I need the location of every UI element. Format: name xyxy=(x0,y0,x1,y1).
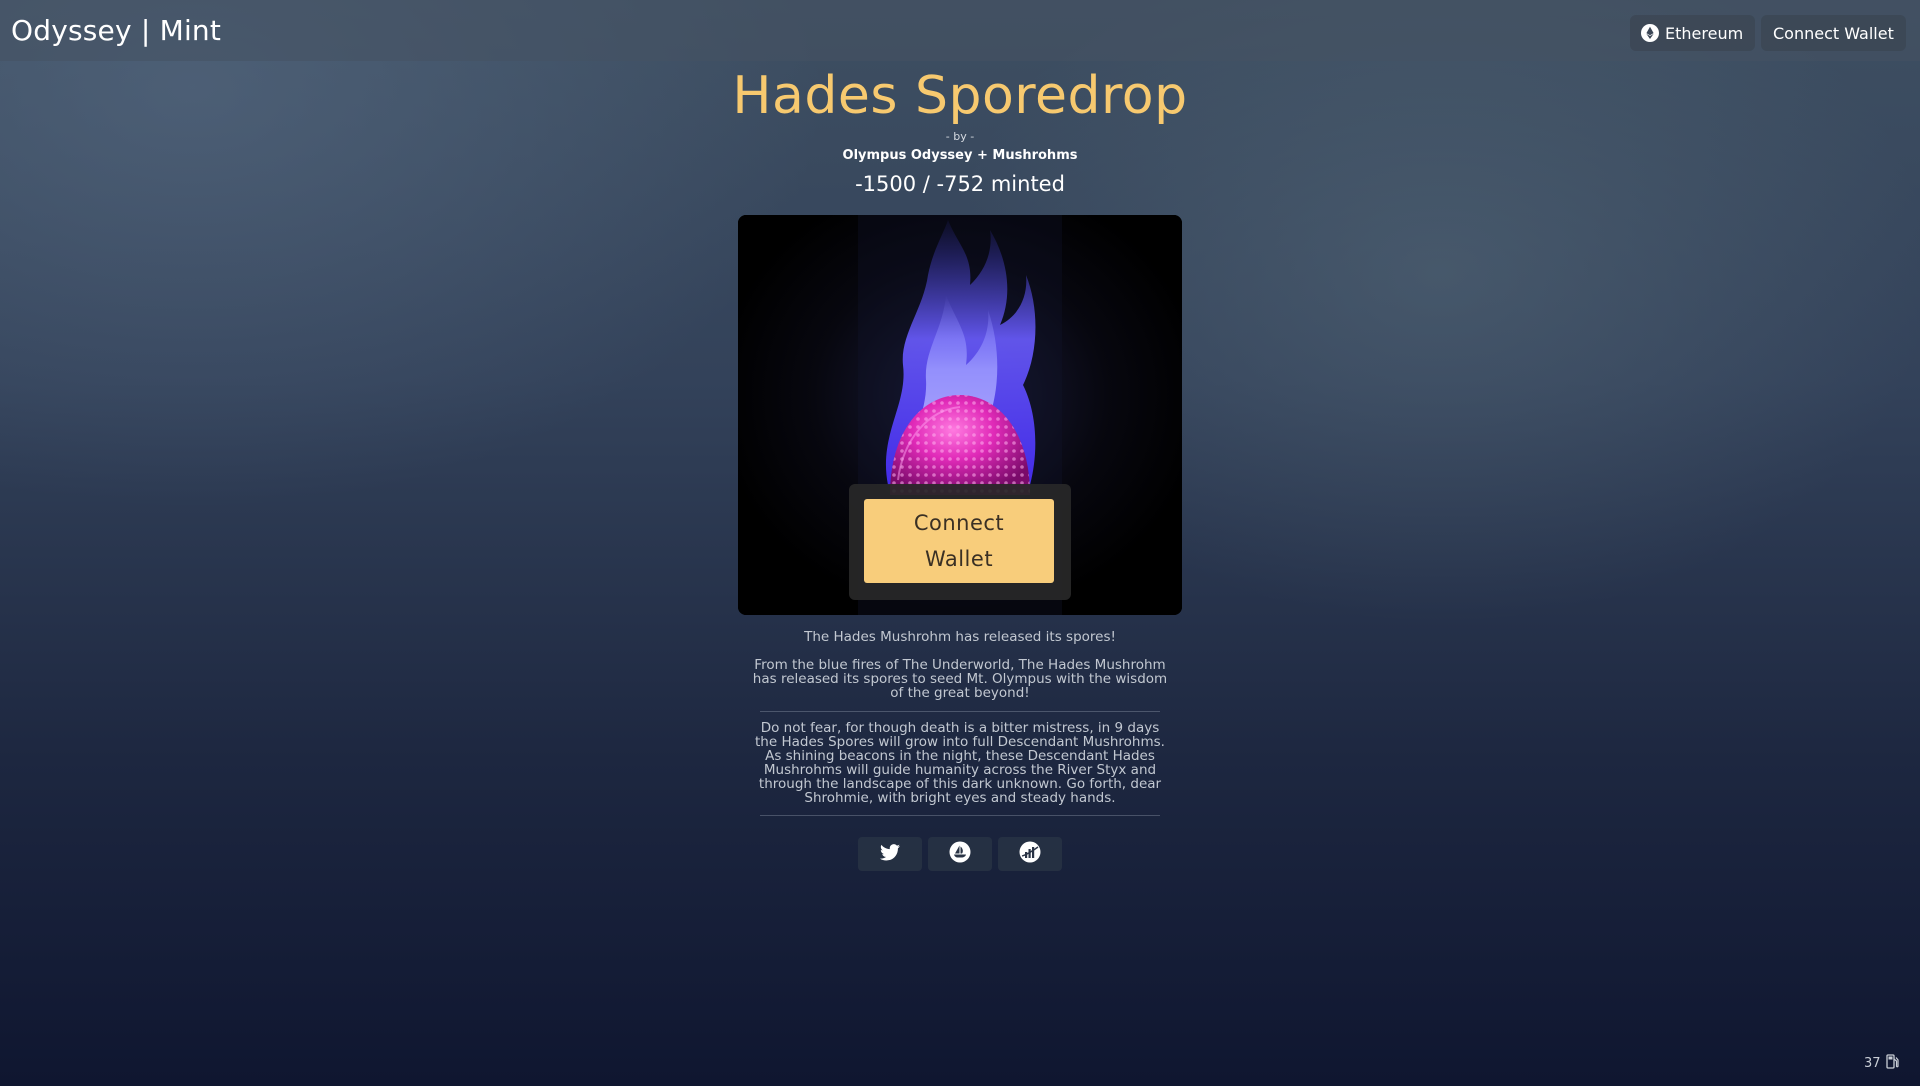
block-number-indicator: 37 xyxy=(1864,1054,1899,1073)
connect-wallet-label-line2: Wallet xyxy=(924,547,994,571)
twitter-link-button[interactable] xyxy=(858,837,922,871)
network-label: Ethereum xyxy=(1665,23,1744,43)
opensea-link-button[interactable] xyxy=(928,837,992,871)
opensea-icon xyxy=(949,841,971,867)
description-intro: The Hades Mushrohm has released its spor… xyxy=(804,629,1116,645)
brand-title[interactable]: Odyssey | Mint xyxy=(11,14,221,47)
connect-wallet-panel: Connect Wallet xyxy=(849,484,1071,600)
minted-count: -1500 / -752 minted xyxy=(855,172,1065,196)
network-selector-button[interactable]: Ethereum xyxy=(1630,15,1756,51)
divider-bottom xyxy=(760,815,1160,816)
chart-icon xyxy=(1019,841,1041,867)
divider-top xyxy=(760,711,1160,712)
connect-wallet-button-header[interactable]: Connect Wallet xyxy=(1761,15,1906,51)
connect-wallet-button[interactable]: Connect Wallet xyxy=(864,499,1054,583)
creator-name: Olympus Odyssey + Mushrohms xyxy=(842,148,1078,163)
by-label: - by - xyxy=(945,130,975,143)
twitter-icon xyxy=(880,843,900,865)
drop-title: Hades Sporedrop xyxy=(732,66,1188,126)
nft-artwork-card: Connect Wallet xyxy=(738,215,1182,615)
block-number: 37 xyxy=(1864,1056,1881,1071)
analytics-link-button[interactable] xyxy=(998,837,1062,871)
social-links xyxy=(858,837,1062,871)
connect-wallet-label-line1: Connect xyxy=(913,511,1005,535)
description-lore: From the blue fires of The Underworld, T… xyxy=(752,657,1168,701)
description-details: Do not fear, for though death is a bitte… xyxy=(755,720,1165,806)
gas-pump-icon xyxy=(1885,1054,1899,1073)
top-navbar: Odyssey | Mint Ethereum Connect Wallet xyxy=(0,0,1920,61)
ethereum-icon xyxy=(1641,24,1659,42)
